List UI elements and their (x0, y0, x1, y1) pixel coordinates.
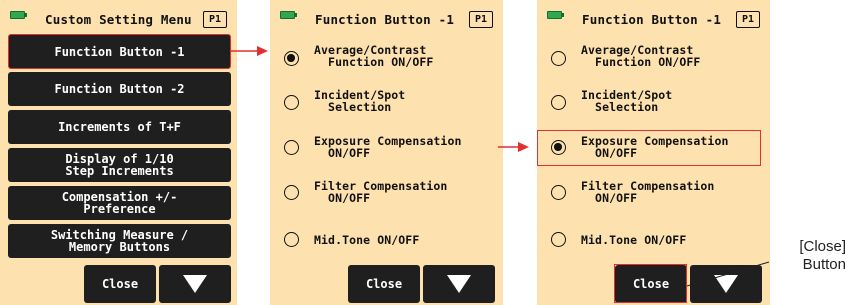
down-triangle-icon (183, 275, 207, 293)
close-button-highlight (614, 264, 687, 303)
custom-setting-menu-screen: Custom Setting Menu P1 Function Button -… (0, 0, 237, 305)
option-label: Incident/Spot Selection (581, 88, 673, 114)
option-mid-tone[interactable]: Mid.Tone ON/OFF (270, 229, 503, 269)
menu-item-compensation-preference[interactable]: Compensation +/- Preference (8, 186, 231, 220)
page-badge: P1 (736, 11, 760, 28)
option-label: Exposure Compensation ON/OFF (314, 134, 462, 160)
menu-item-function-button-1[interactable]: Function Button -1 (8, 34, 231, 69)
selected-option-highlight (537, 130, 761, 166)
title-bar: Function Button -1 P1 (270, 8, 503, 30)
screen-title: Function Button -1 (315, 12, 455, 27)
option-label: Average/Contrast Function ON/OFF (314, 43, 434, 69)
option-average-contrast[interactable]: Average/Contrast Function ON/OFF (537, 41, 770, 81)
scroll-down-button[interactable] (423, 265, 495, 303)
option-label: Filter Compensation ON/OFF (314, 179, 448, 205)
option-label: Incident/Spot Selection (314, 88, 406, 114)
scroll-down-button[interactable] (159, 265, 231, 303)
option-label: Average/Contrast Function ON/OFF (581, 43, 701, 69)
title-bar: Custom Setting Menu P1 (0, 8, 237, 30)
radio-button[interactable] (551, 185, 566, 200)
radio-button[interactable] (551, 51, 566, 66)
battery-icon (547, 11, 564, 19)
down-triangle-icon (714, 275, 738, 293)
menu-item-function-button-2[interactable]: Function Button -2 (8, 72, 231, 106)
page-badge: P1 (469, 11, 493, 28)
arrow-right-icon (257, 46, 268, 56)
screen-title: Function Button -1 (582, 12, 722, 27)
function-button-1-screen-before: Function Button -1 P1 Average/Contrast F… (270, 0, 503, 305)
scroll-down-button[interactable] (690, 265, 762, 303)
option-label: Filter Compensation ON/OFF (581, 179, 715, 205)
option-incident-spot[interactable]: Incident/Spot Selection (270, 89, 503, 129)
option-mid-tone[interactable]: Mid.Tone ON/OFF (537, 229, 770, 269)
callout-line-2: Button (802, 256, 846, 273)
close-button[interactable]: Close (84, 265, 156, 303)
page-badge: P1 (203, 11, 227, 28)
option-incident-spot[interactable]: Incident/Spot Selection (537, 89, 770, 129)
down-triangle-icon (447, 275, 471, 293)
close-button[interactable]: Close (348, 265, 420, 303)
option-average-contrast[interactable]: Average/Contrast Function ON/OFF (270, 41, 503, 81)
option-exposure-compensation[interactable]: Exposure Compensation ON/OFF (270, 134, 503, 176)
option-filter-compensation[interactable]: Filter Compensation ON/OFF (270, 179, 503, 221)
radio-button[interactable] (284, 140, 299, 155)
option-label: Mid.Tone ON/OFF (581, 233, 687, 247)
menu-item-increments[interactable]: Increments of T+F (8, 110, 231, 144)
screen-title: Custom Setting Menu (45, 12, 192, 27)
callout-line-1: [Close] (799, 238, 846, 255)
title-bar: Function Button -1 P1 (537, 8, 770, 30)
option-filter-compensation[interactable]: Filter Compensation ON/OFF (537, 179, 770, 221)
radio-button-checked[interactable] (284, 51, 299, 66)
radio-button[interactable] (284, 232, 299, 247)
radio-button[interactable] (284, 95, 299, 110)
arrow-right-icon (518, 142, 529, 152)
radio-button[interactable] (551, 95, 566, 110)
radio-button[interactable] (284, 185, 299, 200)
close-button-callout: [Close] Button (771, 238, 846, 274)
battery-icon (10, 11, 27, 19)
menu-item-display-tenth-step[interactable]: Display of 1/10 Step Increments (8, 148, 231, 182)
radio-button[interactable] (551, 232, 566, 247)
menu-item-switching-buttons[interactable]: Switching Measure / Memory Buttons (8, 224, 231, 258)
battery-icon (280, 11, 297, 19)
option-label: Mid.Tone ON/OFF (314, 233, 420, 247)
